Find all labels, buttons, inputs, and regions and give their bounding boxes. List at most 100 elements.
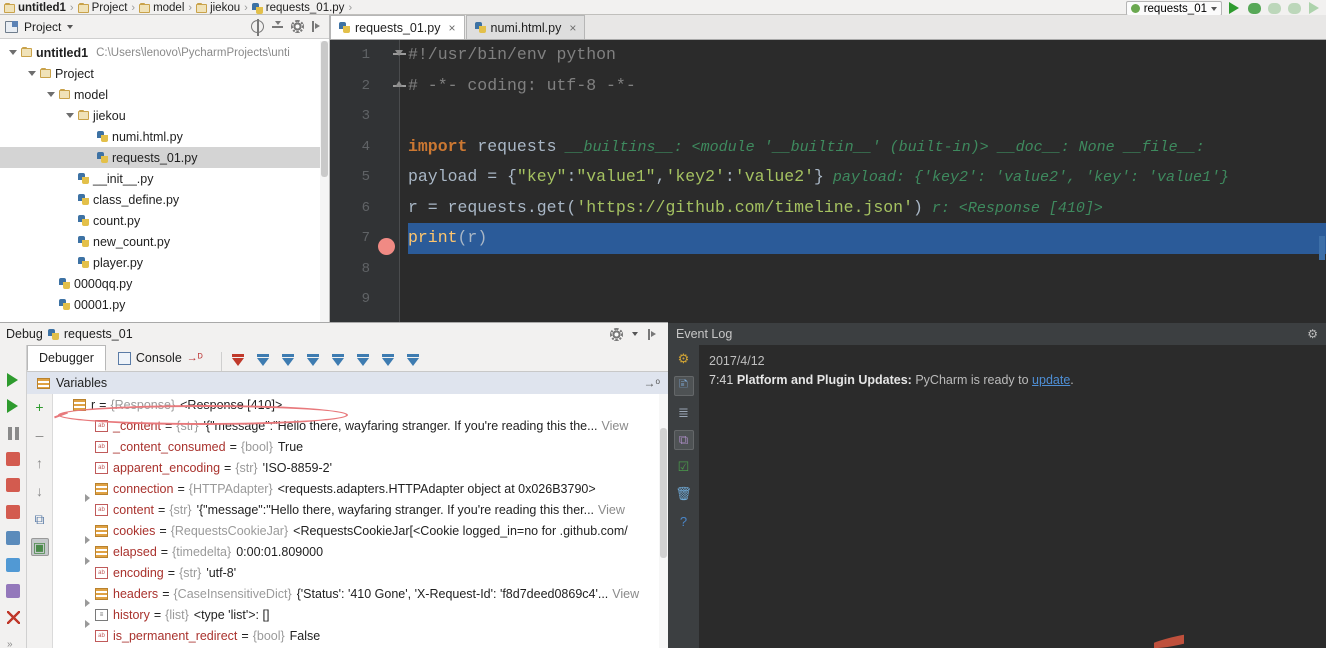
variables-list[interactable]: r = {Response} <Response [410]> ab _content ={…	[53, 394, 668, 648]
code-line-1[interactable]: #!/usr/bin/env python	[408, 40, 1326, 71]
variables-scrollbar-thumb[interactable]	[660, 428, 667, 558]
code-line-3[interactable]	[408, 101, 1326, 132]
variable-row[interactable]: ≡ history = {list} <type 'list'>: []	[53, 604, 668, 628]
stop-icon[interactable]	[4, 450, 22, 467]
tree-item--init-py[interactable]: __init__.py	[0, 168, 329, 189]
step-over-icon[interactable]	[253, 352, 273, 371]
code-line-7[interactable]: print(r)	[330, 223, 1326, 254]
rerun-icon[interactable]	[1286, 1, 1302, 16]
copy-icon[interactable]: ⧉	[673, 430, 694, 450]
copy-icon[interactable]: ⧉	[31, 510, 49, 528]
code-line-9[interactable]	[408, 284, 1326, 315]
breadcrumb-item-jiekou[interactable]: jiekou	[196, 2, 240, 14]
notifications-icon[interactable]: 🗈	[673, 376, 694, 396]
code-line-4[interactable]: import requests __builtins__: <module '_…	[408, 132, 1326, 163]
clear-all-icon[interactable]: 🗑	[674, 484, 694, 504]
plus-icon[interactable]: +	[31, 398, 49, 416]
chevron-down-icon[interactable]	[1211, 6, 1217, 11]
tree-item-model[interactable]: model	[0, 84, 329, 105]
tree-item-new-count-py[interactable]: new_count.py	[0, 231, 329, 252]
breadcrumb-item-project[interactable]: Project	[77, 2, 127, 14]
minus-icon[interactable]: –	[31, 426, 49, 444]
tree-item-0000qq-py[interactable]: 0000qq.py	[0, 273, 329, 294]
tree-item-numi-html-py[interactable]: numi.html.py	[0, 126, 329, 147]
breadcrumb-item-untitled1[interactable]: untitled1	[4, 2, 66, 14]
tree-item-class-define-py[interactable]: class_define.py	[0, 189, 329, 210]
evaluate-expression-icon[interactable]	[378, 352, 398, 371]
variable-row[interactable]: connection = {HTTPAdapter} <requests.adapte…	[53, 478, 668, 502]
resume-icon[interactable]	[4, 397, 22, 414]
tree-item-count-py[interactable]: count.py	[0, 210, 329, 231]
variable-row[interactable]: headers = {CaseInsensitiveDict} {'Status': …	[53, 583, 668, 607]
fold-region-end-icon[interactable]	[393, 80, 406, 93]
pin-icon[interactable]	[4, 582, 22, 598]
collapse-all-icon[interactable]	[271, 20, 284, 33]
run-to-cursor-icon[interactable]	[353, 352, 373, 371]
breadcrumb-item-requests-01-py[interactable]: requests_01.py	[251, 2, 344, 14]
view-value-link[interactable]: View	[602, 419, 629, 433]
editor-tab-requests-01-py[interactable]: requests_01.py ×	[330, 15, 465, 39]
tree-item-project[interactable]: Project	[0, 63, 329, 84]
arrow-up-icon[interactable]: ↑	[31, 454, 49, 472]
force-step-into-icon[interactable]	[303, 352, 323, 371]
chevron-down-icon[interactable]	[44, 88, 57, 101]
variable-row[interactable]: elapsed = {timedelta} 0:00:01.809000	[53, 541, 668, 565]
execution-point-icon[interactable]	[228, 352, 248, 371]
settings-gear-icon[interactable]	[291, 20, 304, 33]
chevron-down-icon[interactable]	[25, 67, 38, 80]
settings-gear-icon[interactable]	[610, 327, 623, 341]
hide-panel-icon[interactable]	[647, 328, 660, 341]
code-line-6[interactable]: r = requests.get('https://github.com/tim…	[408, 193, 1326, 224]
help-icon[interactable]: ?	[674, 511, 694, 531]
close-icon[interactable]	[4, 608, 22, 625]
console-pin-icon[interactable]: →ᴰ	[187, 352, 203, 364]
chevron-down-icon[interactable]	[6, 46, 19, 59]
code-line-8[interactable]	[408, 254, 1326, 285]
code-editor[interactable]: 1 2 3 4 5 6 7 8 9 #!/usr/bin/env python # -*- cod…	[330, 40, 1326, 322]
code-line-2[interactable]: # -*- coding: utf-8 -*-	[408, 71, 1326, 102]
code-line-5[interactable]: payload = {"key":"value1",'key2':'value2…	[408, 162, 1326, 193]
scroll-from-source-icon[interactable]	[251, 19, 264, 36]
mark-read-icon[interactable]: ☑	[674, 457, 694, 477]
variable-row[interactable]: ab encoding = {str} 'utf-8'	[53, 562, 668, 583]
run-configuration-selector[interactable]: requests_01	[1125, 1, 1222, 16]
resume-icon[interactable]	[1306, 1, 1322, 16]
chevron-down-icon[interactable]	[632, 332, 638, 336]
arrow-down-icon[interactable]: ↓	[31, 482, 49, 500]
close-icon[interactable]: ×	[448, 21, 455, 35]
editor-scrollbar[interactable]	[1318, 40, 1326, 322]
fold-region-start-icon[interactable]	[393, 48, 406, 61]
settings-icon[interactable]: ⚙	[674, 349, 694, 369]
tab-console[interactable]: Console →ᴰ	[106, 345, 215, 371]
tree-item-player-py[interactable]: player.py	[0, 252, 329, 273]
layout-icon[interactable]	[4, 529, 22, 546]
tree-item-00001-py[interactable]: 00001.py	[0, 294, 329, 315]
update-link[interactable]: update	[1032, 373, 1070, 387]
inspect-icon[interactable]: ▣	[30, 538, 49, 556]
variable-row[interactable]: ab _content = {str} '{"message":"Hello there…	[53, 415, 668, 436]
variable-row[interactable]: ab content = {str} '{"message":"Hello there,…	[53, 499, 668, 520]
tab-debugger[interactable]: Debugger	[27, 345, 106, 371]
chevrons-icon[interactable]: »	[4, 635, 22, 648]
variables-scrollbar[interactable]	[659, 394, 668, 648]
debug-icon[interactable]	[1246, 1, 1262, 16]
coverage-icon[interactable]	[1266, 1, 1282, 16]
variables-settings-icon[interactable]: →ᵒ	[643, 376, 668, 390]
variable-row[interactable]: cookies = {RequestsCookieJar} <RequestsCook…	[53, 520, 668, 544]
variable-row[interactable]: ab apparent_encoding = {str} 'ISO-8859-2'	[53, 457, 668, 478]
breadcrumb-item-model[interactable]: model	[139, 2, 184, 14]
variable-row[interactable]: ab _content_consumed = {bool} True	[53, 436, 668, 457]
variable-row[interactable]: r = {Response} <Response [410]>	[53, 394, 668, 415]
breakpoint-marker[interactable]	[378, 237, 395, 255]
tree-item-requests-01-py[interactable]: requests_01.py	[0, 147, 329, 168]
breakpoints-icon[interactable]	[403, 352, 423, 371]
chevron-down-icon[interactable]	[63, 109, 76, 122]
breakpoints-icon[interactable]	[4, 476, 22, 493]
chevron-down-icon[interactable]	[67, 24, 74, 29]
expand-icon[interactable]: ≣	[674, 403, 694, 423]
hide-panel-icon[interactable]	[311, 20, 324, 33]
tree-item-untitled1[interactable]: untitled1 C:\Users\lenovo\PycharmProjects…	[0, 42, 329, 63]
view-value-link[interactable]: View	[598, 503, 625, 517]
tree-item-jiekou[interactable]: jiekou	[0, 105, 329, 126]
step-into-icon[interactable]	[278, 352, 298, 371]
